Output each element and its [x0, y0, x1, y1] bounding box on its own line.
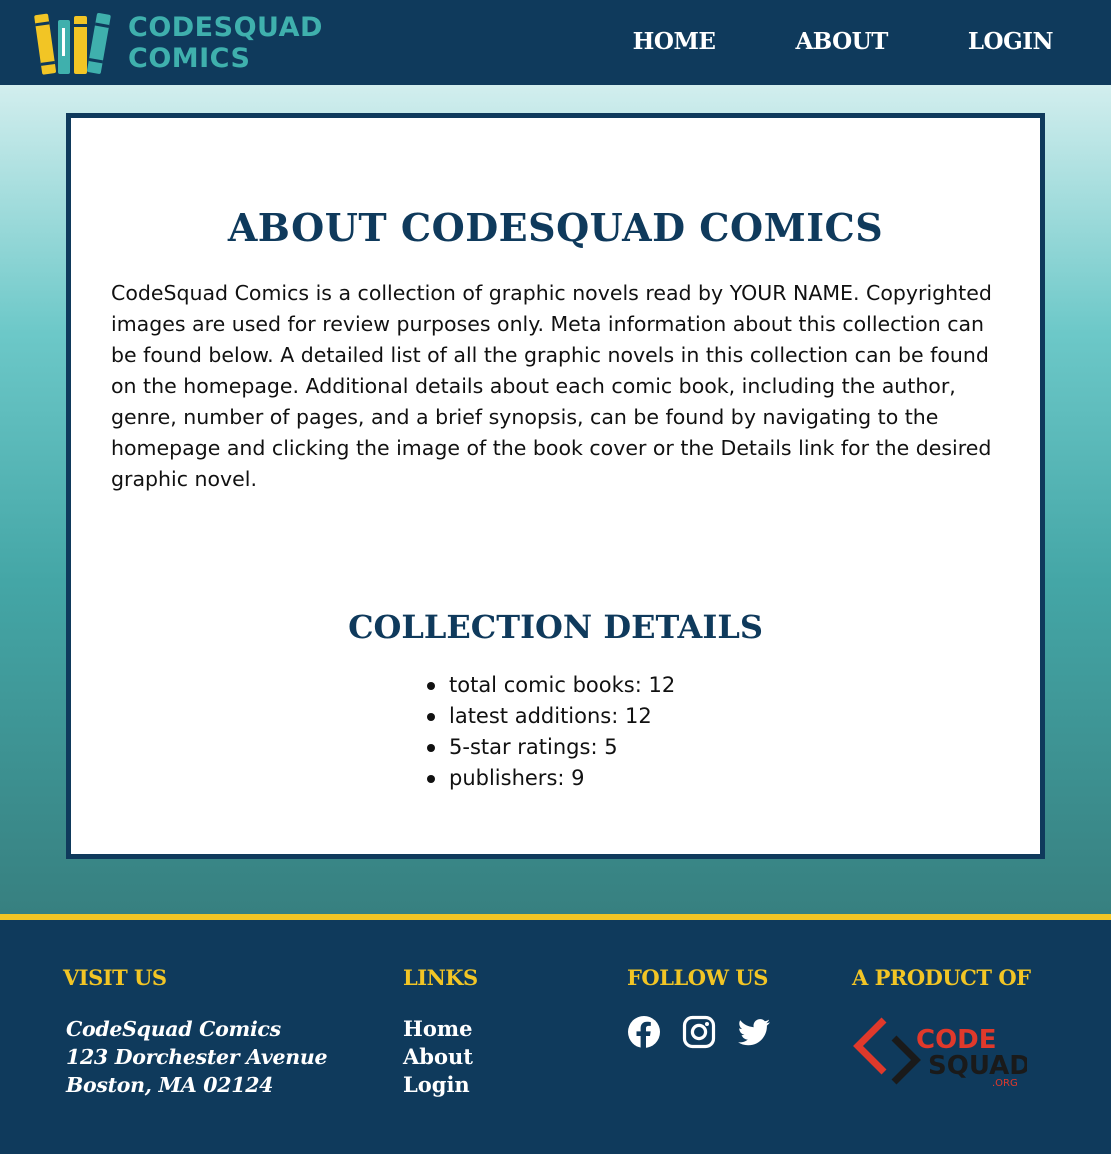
twitter-icon[interactable] [737, 1015, 771, 1049]
links-heading: LINKS [403, 965, 478, 990]
detail-total-comic-books: total comic books: 12 [426, 670, 675, 701]
address-block: CodeSquad Comics 123 Dorchester Avenue B… [66, 1015, 327, 1099]
site-logo[interactable]: CODESQUAD COMICS [34, 10, 323, 76]
logo-wordmark: CODESQUAD COMICS [128, 12, 323, 74]
follow-us-heading: FOLLOW US [627, 965, 768, 990]
collection-details-list: total comic books: 12 latest additions: … [426, 670, 675, 794]
visit-us-heading: VISIT US [63, 965, 167, 990]
logo-line-1: CODESQUAD [128, 12, 323, 43]
books-logo-icon [34, 13, 111, 75]
address-line-name: CodeSquad Comics [66, 1017, 281, 1041]
detail-publishers: publishers: 9 [426, 763, 675, 794]
about-title: ABOUT CODESQUAD COMICS [227, 205, 884, 250]
address-line-street: 123 Dorchester Avenue [66, 1045, 328, 1069]
address-line-city: Boston, MA 02124 [66, 1073, 274, 1097]
product-of-heading: A PRODUCT OF [852, 965, 1031, 990]
logo-line-2: COMICS [128, 43, 251, 74]
main-nav: HOME ABOUT LOGIN [633, 28, 1054, 55]
logo-squad-text: SQUAD [928, 1051, 1027, 1081]
footer-links: Home About Login [403, 1015, 473, 1099]
social-links [627, 1015, 792, 1049]
detail-five-star-ratings: 5-star ratings: 5 [426, 732, 675, 763]
about-card: ABOUT CODESQUAD COMICS CodeSquad Comics … [66, 113, 1045, 859]
nav-about-link[interactable]: ABOUT [795, 28, 888, 55]
footer-link-home[interactable]: Home [403, 1015, 473, 1043]
footer-link-login[interactable]: Login [403, 1071, 473, 1099]
instagram-icon[interactable] [682, 1015, 716, 1049]
nav-login-link[interactable]: LOGIN [968, 28, 1054, 55]
site-header: CODESQUAD COMICS HOME ABOUT LOGIN [0, 0, 1111, 85]
site-footer: VISIT US CodeSquad Comics 123 Dorchester… [0, 920, 1111, 1154]
about-description: CodeSquad Comics is a collection of grap… [111, 281, 992, 491]
collection-details-title: COLLECTION DETAILS [348, 608, 763, 646]
detail-latest-additions: latest additions: 12 [426, 701, 675, 732]
codesquad-logo-icon[interactable]: CODE SQUAD .ORG [852, 1016, 1027, 1088]
logo-org-text: .ORG [992, 1078, 1018, 1088]
footer-link-about[interactable]: About [403, 1043, 473, 1071]
facebook-icon[interactable] [627, 1015, 661, 1049]
nav-home-link[interactable]: HOME [633, 28, 716, 55]
